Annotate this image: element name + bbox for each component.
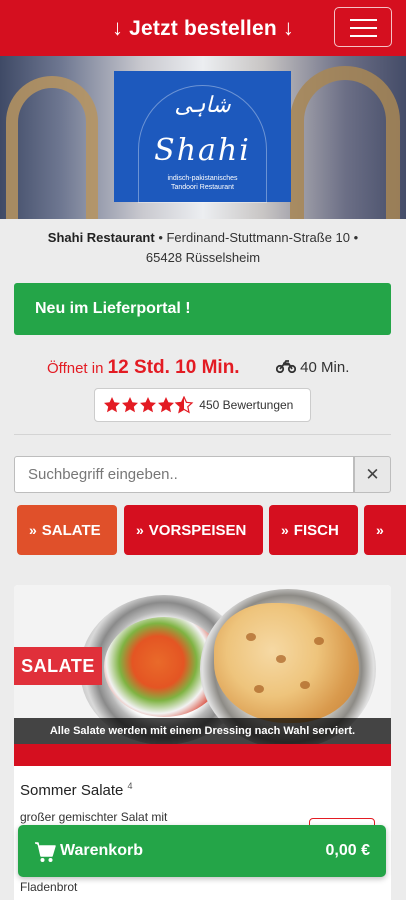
opening-status: Öffnet in 12 Std. 10 Min.: [47, 357, 240, 378]
chevron-double-right-icon: »: [281, 522, 289, 538]
delivery-time: 40 Min.: [275, 356, 350, 380]
street: Ferdinand-Stuttmann-Straße 10: [166, 230, 351, 245]
tab-fisch[interactable]: » FISCH: [269, 505, 358, 555]
chevron-double-right-icon: »: [29, 522, 37, 538]
menu-item-title[interactable]: Sommer Salate 4: [20, 781, 133, 799]
menu-item-description: Fladenbrot: [20, 880, 78, 894]
new-portal-banner: Neu im Lieferportal !: [14, 283, 391, 335]
rating-box[interactable]: 450 Bewertungen: [94, 388, 311, 422]
category-tabs: » SALATE » VORSPEISEN » FISCH »: [0, 505, 406, 555]
cart-label: Warenkorb: [60, 842, 143, 859]
section-image: SALATE Alle Salate werden mit einem Dres…: [14, 585, 391, 766]
city: 65428 Rüsselsheim: [145, 250, 261, 265]
cart-total: 0,00 €: [325, 842, 370, 859]
decor-lamp: [290, 66, 400, 219]
hamburger-menu-icon: [350, 19, 377, 21]
motorbike-icon: [275, 359, 300, 376]
menu-item-description: großer gemischter Salat mit: [20, 810, 168, 824]
logo-wordmark: Shahi: [154, 133, 251, 168]
top-bar: ↓ Jetzt bestellen ↓: [0, 0, 406, 56]
arrow-down-icon: ↓: [282, 15, 295, 40]
tab-vorspeisen[interactable]: » VORSPEISEN: [124, 505, 263, 555]
star-rating-icon: [103, 395, 199, 416]
decor-lamp: [6, 76, 98, 219]
restaurant-logo: شاہی Shahi indisch-pakistanisches Tandoo…: [114, 71, 291, 203]
cart-button[interactable]: Warenkorb 0,00 €: [18, 825, 386, 877]
tab-next[interactable]: »: [364, 505, 406, 555]
review-count: 450 Bewertungen: [199, 398, 294, 412]
footnote-marker: 4: [127, 781, 133, 791]
search-input[interactable]: [14, 456, 354, 493]
chevron-double-right-icon: »: [136, 522, 144, 538]
restaurant-address: Shahi Restaurant • Ferdinand-Stuttmann-S…: [0, 228, 406, 268]
arrow-down-icon: ↓: [111, 15, 124, 40]
logo-script: شاہی: [174, 93, 231, 118]
order-now-label: Jetzt bestellen: [129, 17, 277, 40]
restaurant-name: Shahi Restaurant: [47, 230, 155, 245]
logo-tagline: indisch-pakistanisches Tandoori Restaura…: [167, 175, 238, 191]
section-caption: Alle Salate werden mit einem Dressing na…: [14, 718, 391, 744]
tab-salate[interactable]: » SALATE: [17, 505, 117, 555]
hamburger-menu-button[interactable]: [334, 7, 392, 47]
section-badge: SALATE: [14, 647, 102, 685]
divider: [14, 434, 391, 435]
close-icon: ✕: [365, 465, 380, 484]
shopping-cart-icon: [34, 825, 56, 877]
opening-countdown: 12 Std. 10 Min.: [107, 357, 240, 378]
chevron-double-right-icon: »: [376, 522, 384, 538]
delivery-minutes: 40 Min.: [300, 359, 350, 376]
clear-search-button[interactable]: ✕: [354, 456, 391, 493]
